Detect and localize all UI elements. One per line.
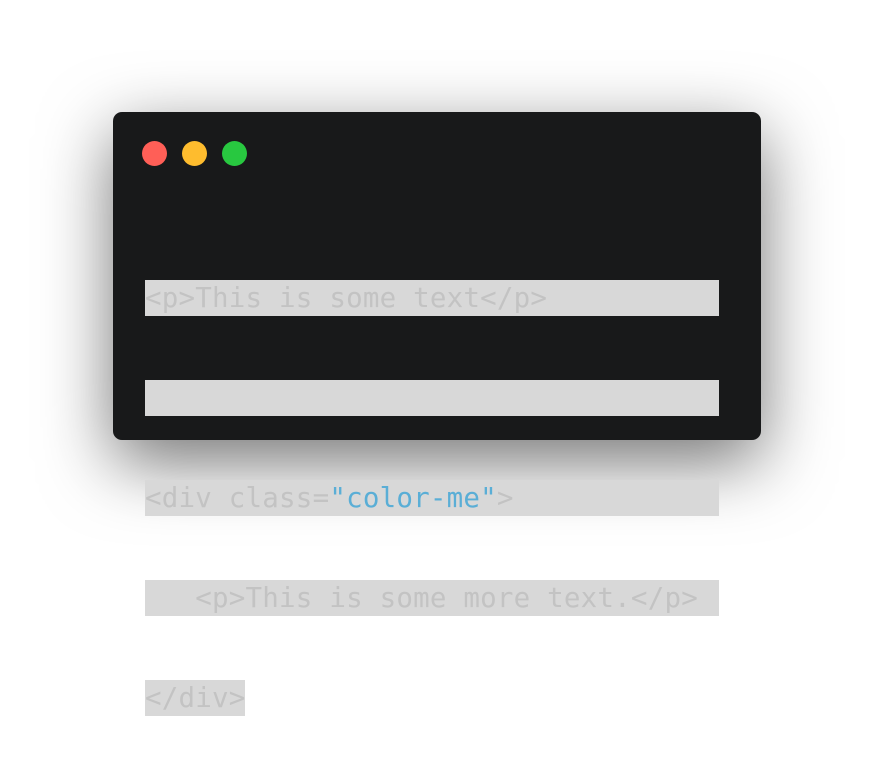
code-line-5: </div> bbox=[145, 680, 246, 716]
code-line-3: <div class="color-me"> bbox=[145, 480, 719, 516]
code-line-1: <p>This is some text</p> bbox=[145, 280, 719, 316]
minimize-window-button[interactable] bbox=[182, 141, 207, 166]
close-window-button[interactable] bbox=[142, 141, 167, 166]
maximize-window-button[interactable] bbox=[222, 141, 247, 166]
code-line-3-string: "color-me" bbox=[329, 482, 497, 514]
code-line-3-tag-open: <div class= bbox=[145, 482, 330, 514]
code-line-4: <p>This is some more text.</p> bbox=[145, 580, 719, 616]
code-block[interactable]: <p>This is some text</p> <div class="col… bbox=[145, 216, 719, 780]
code-line-3-tag-close: > bbox=[496, 482, 514, 514]
code-line-2 bbox=[145, 380, 719, 416]
code-window: <p>This is some text</p> <div class="col… bbox=[113, 112, 761, 716]
